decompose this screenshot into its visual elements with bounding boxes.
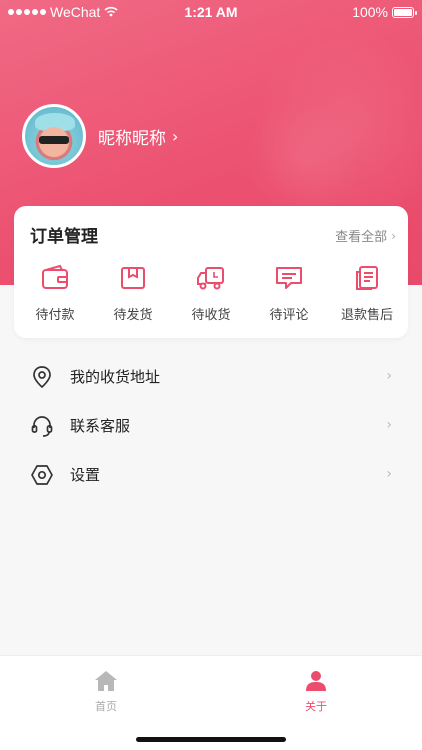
order-refund-aftersale[interactable]: 退款售后: [330, 264, 404, 323]
chevron-right-icon: ›: [391, 228, 396, 243]
view-all-orders-link[interactable]: 查看全部 ›: [335, 226, 396, 246]
headset-icon: [30, 414, 54, 438]
avatar[interactable]: [22, 104, 86, 168]
order-section-title: 订单管理: [30, 227, 98, 247]
settings-menu: 我的收货地址 › 联系客服 › 设置 ›: [0, 352, 422, 499]
tab-label: 关于: [305, 700, 327, 713]
wallet-icon: [42, 264, 68, 289]
order-pending-payment[interactable]: 待付款: [18, 264, 92, 323]
menu-item-settings[interactable]: 设置 ›: [0, 450, 422, 499]
status-bar: WeChat 1:21 AM 100%: [0, 0, 422, 24]
home-icon: [94, 671, 118, 696]
settings-hex-icon: [30, 463, 54, 487]
order-pending-shipment[interactable]: 待发货: [96, 264, 170, 323]
view-all-label: 查看全部: [335, 230, 388, 245]
menu-item-customer-service[interactable]: 联系客服 ›: [0, 401, 422, 450]
menu-item-address[interactable]: 我的收货地址 ›: [0, 352, 422, 401]
profile-row[interactable]: 昵称昵称 ›: [22, 104, 178, 168]
order-pending-review[interactable]: 待评论: [252, 264, 326, 323]
battery-percent: 100%: [352, 4, 388, 20]
location-pin-icon: [30, 365, 54, 389]
chevron-right-icon: ›: [386, 368, 392, 384]
battery-icon: [392, 6, 417, 18]
chevron-right-icon: ›: [386, 466, 392, 482]
decorative-flower: [242, 100, 362, 220]
nickname[interactable]: 昵称昵称: [98, 124, 166, 149]
refund-icon: [356, 266, 378, 290]
chevron-right-icon: ›: [172, 126, 179, 146]
comment-icon: [276, 267, 302, 289]
home-indicator: [136, 737, 286, 742]
order-pending-receipt[interactable]: 待收货: [174, 264, 248, 323]
order-management-card: 订单管理 查看全部 › 待付款 待发货 待收货 待评论 退款售后: [14, 206, 408, 338]
tab-about[interactable]: 关于: [276, 670, 356, 714]
order-status-label: 退款售后: [340, 308, 393, 323]
order-status-label: 待付款: [35, 308, 75, 323]
menu-item-label: 设置: [70, 466, 101, 484]
tab-home[interactable]: 首页: [66, 670, 146, 714]
user-icon: [305, 671, 327, 696]
menu-item-label: 我的收货地址: [70, 368, 161, 386]
bottom-tab-bar: 首页 关于: [0, 655, 422, 750]
chevron-right-icon: ›: [386, 417, 392, 433]
truck-icon: [197, 267, 224, 290]
package-icon: [121, 267, 145, 289]
order-status-label: 待评论: [269, 308, 309, 323]
menu-item-label: 联系客服: [70, 417, 131, 435]
tab-label: 首页: [95, 700, 117, 713]
order-status-label: 待发货: [113, 308, 153, 323]
order-status-label: 待收货: [191, 308, 231, 323]
